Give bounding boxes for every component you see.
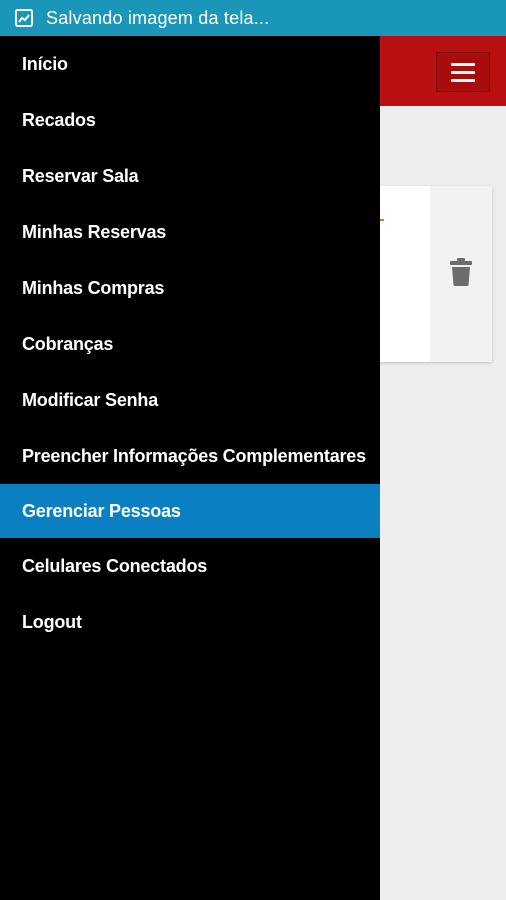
menu-item-modificar-senha[interactable]: Modificar Senha	[0, 372, 380, 428]
menu-item-label: Reservar Sala	[22, 165, 139, 186]
menu-item-label: Início	[22, 53, 68, 74]
menu-item-reservar-sala[interactable]: Reservar Sala	[0, 148, 380, 204]
menu-item-label: Celulares Conectados	[22, 555, 208, 576]
trash-icon	[450, 257, 472, 291]
hamburger-bar	[451, 78, 475, 82]
menu-item-recados[interactable]: Recados	[0, 92, 380, 148]
status-bar: Salvando imagem da tela...	[0, 0, 506, 36]
phone-screen: Salvando imagem da tela... Início Recado…	[0, 0, 506, 900]
navigation-drawer: Início Recados Reservar Sala Minhas Rese…	[0, 36, 380, 900]
menu-item-label: Minhas Compras	[22, 277, 165, 298]
delete-button[interactable]	[430, 186, 492, 362]
menu-item-minhas-compras[interactable]: Minhas Compras	[0, 260, 380, 316]
menu-item-minhas-reservas[interactable]: Minhas Reservas	[0, 204, 380, 260]
screenshot-image-icon	[14, 8, 34, 28]
menu-item-inicio[interactable]: Início	[0, 36, 380, 92]
menu-item-label: Logout	[22, 611, 82, 632]
menu-item-label: Minhas Reservas	[22, 221, 167, 242]
status-notification-text: Salvando imagem da tela...	[46, 7, 270, 28]
menu-item-logout[interactable]: Logout	[0, 594, 380, 650]
hamburger-bar	[451, 70, 475, 74]
menu-item-label: Recados	[22, 109, 96, 130]
menu-item-cobrancas[interactable]: Cobranças	[0, 316, 380, 372]
menu-item-preencher-informacoes[interactable]: Preencher Informações Complementares	[0, 428, 380, 484]
menu-item-label: Gerenciar Pessoas	[22, 500, 181, 521]
menu-item-gerenciar-pessoas[interactable]: Gerenciar Pessoas	[0, 484, 380, 538]
hamburger-menu-button[interactable]	[436, 52, 490, 92]
menu-item-label: Preencher Informações Complementares	[22, 445, 366, 466]
menu-item-label: Modificar Senha	[22, 389, 159, 410]
menu-item-celulares-conectados[interactable]: Celulares Conectados	[0, 538, 380, 594]
hamburger-menu-icon	[451, 62, 475, 66]
menu-item-label: Cobranças	[22, 333, 114, 354]
